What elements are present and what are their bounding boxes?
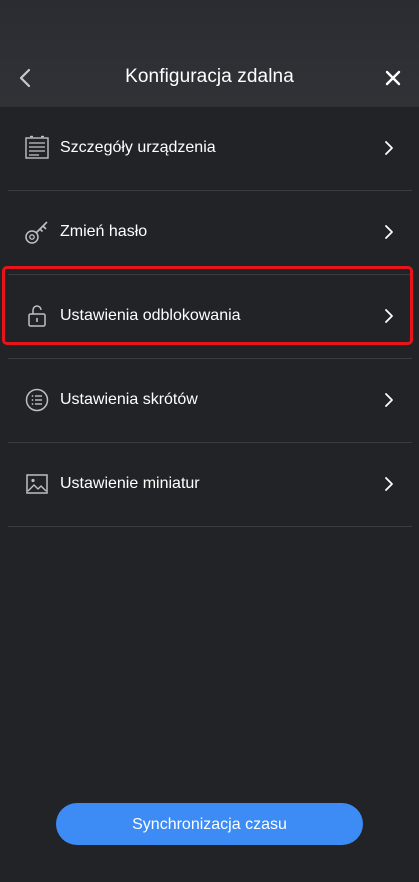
close-icon[interactable] [379, 63, 407, 93]
chevron-right-icon [385, 309, 393, 323]
menu-item-device-details[interactable]: Szczegóły urządzenia [0, 107, 419, 191]
image-icon [26, 474, 48, 494]
header-bar: Konfiguracja zdalna [0, 0, 419, 107]
unlock-icon [28, 305, 46, 327]
menu-item-thumbnail-settings[interactable]: Ustawienie miniatur [0, 443, 419, 527]
page-title: Konfiguracja zdalna [125, 66, 294, 87]
chevron-right-icon [385, 477, 393, 491]
divider [8, 526, 412, 527]
menu-item-label: Zmień hasło [60, 223, 148, 240]
settings-list: Szczegóły urządzenia Zmień hasło Ustawie… [0, 107, 419, 527]
chevron-right-icon [385, 225, 393, 239]
device-details-icon [25, 135, 49, 159]
menu-item-change-password[interactable]: Zmień hasło [0, 191, 419, 275]
menu-item-label: Ustawienia skrótów [60, 391, 198, 408]
sync-time-button[interactable]: Synchronizacja czasu [56, 803, 363, 845]
menu-item-shortcut-settings[interactable]: Ustawienia skrótów [0, 359, 419, 443]
chevron-right-icon [385, 141, 393, 155]
shortcut-list-icon [25, 388, 49, 412]
menu-item-label: Ustawienia odblokowania [60, 307, 241, 324]
menu-item-label: Ustawienie miniatur [60, 475, 200, 492]
remote-config-screen: Konfiguracja zdalna Szczegóły urządzenia [0, 0, 419, 882]
menu-item-unlock-settings[interactable]: Ustawienia odblokowania [0, 275, 419, 359]
menu-item-label: Szczegóły urządzenia [60, 139, 216, 156]
chevron-right-icon [385, 393, 393, 407]
key-icon [25, 221, 48, 244]
